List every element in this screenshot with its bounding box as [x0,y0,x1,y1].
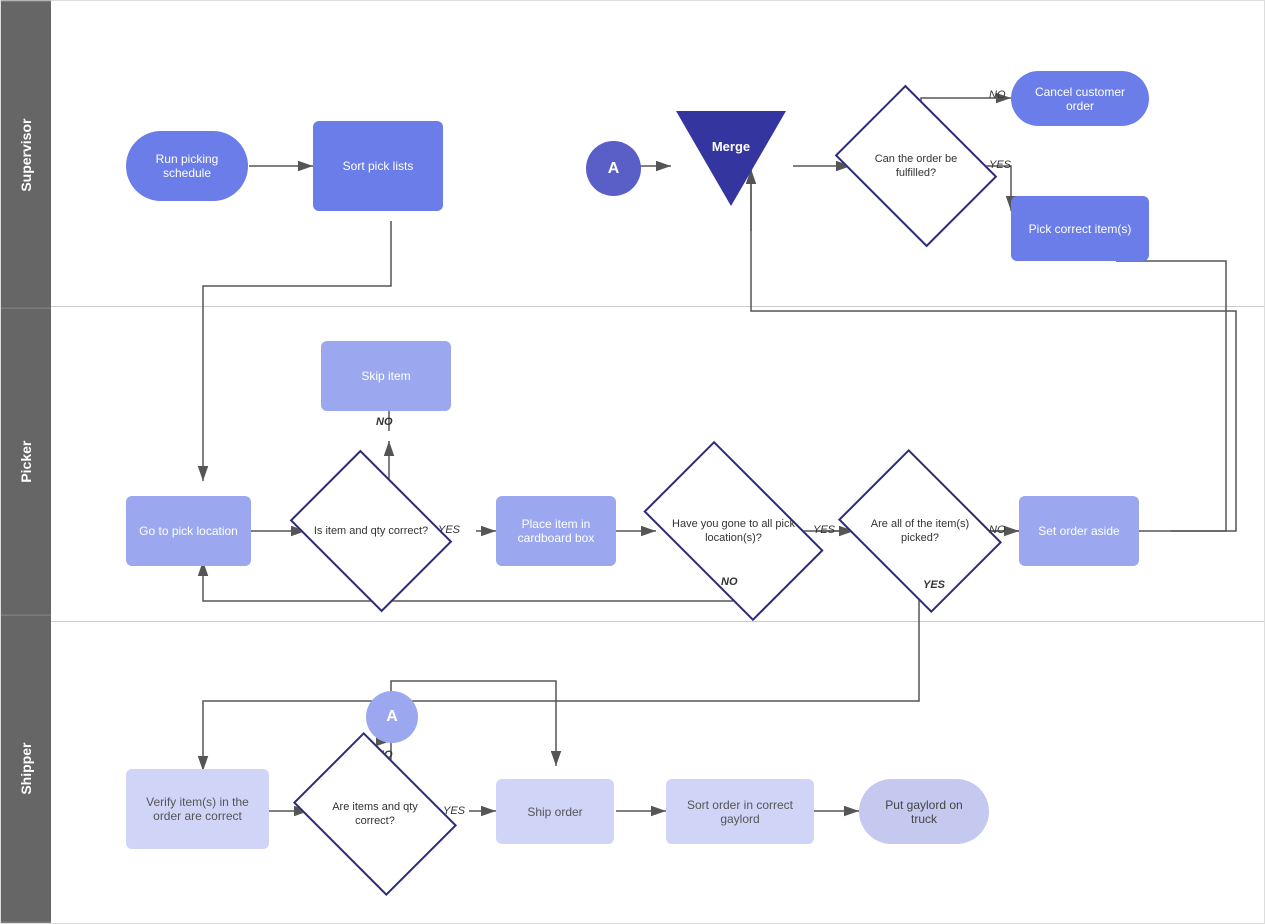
no-label-cancel: NO [989,89,1006,101]
yes-label-gone: YES [813,524,835,536]
yes-label-all-picked: YES [923,579,945,591]
yes-label-pick: YES [989,159,1011,171]
yes-label-items-qty: YES [443,805,465,817]
no-label-all-picked: NO [989,524,1006,536]
no-label-gone: NO [721,576,738,588]
merge-node: Merge [671,106,791,226]
ship-order: Ship order [496,779,614,844]
skip-item: Skip item [321,341,451,411]
shipper-label: Shipper [1,615,51,923]
are-all-picked: Are all of the item(s) picked? [854,481,986,581]
supervisor-label: Supervisor [1,1,51,308]
yes-label-item-qty: YES [438,524,460,536]
cancel-customer-order: Cancel customer order [1011,71,1149,126]
connector-a-supervisor: A [586,141,641,196]
are-items-qty: Are items and qty correct? [309,764,441,864]
svg-text:Merge: Merge [712,139,750,154]
pick-correct-items: Pick correct item(s) [1011,196,1149,261]
place-item: Place item in cardboard box [496,496,616,566]
sort-pick-lists: Sort pick lists [313,121,443,211]
lane-divider-2 [51,621,1264,622]
diagram-container: Supervisor Picker Shipper [0,0,1265,924]
run-picking-schedule: Run picking schedule [126,131,248,201]
can-order-fulfilled: Can the order be fulfilled? [851,116,981,216]
lane-divider-1 [51,306,1264,307]
put-gaylord: Put gaylord on truck [859,779,989,844]
go-to-pick: Go to pick location [126,496,251,566]
have-you-gone: Have you gone to all pick location(s)? [656,481,811,581]
picker-label: Picker [1,308,51,616]
set-order-aside: Set order aside [1019,496,1139,566]
verify-items: Verify item(s) in the order are correct [126,769,269,849]
swim-lanes-labels: Supervisor Picker Shipper [1,1,51,923]
diagram-area: Run picking schedule Sort pick lists A M… [51,1,1264,923]
is-item-qty: Is item and qty correct? [306,481,436,581]
connector-a-shipper: A [366,691,418,743]
sort-order-gaylord: Sort order in correct gaylord [666,779,814,844]
no-label-skip: NO [376,416,393,428]
